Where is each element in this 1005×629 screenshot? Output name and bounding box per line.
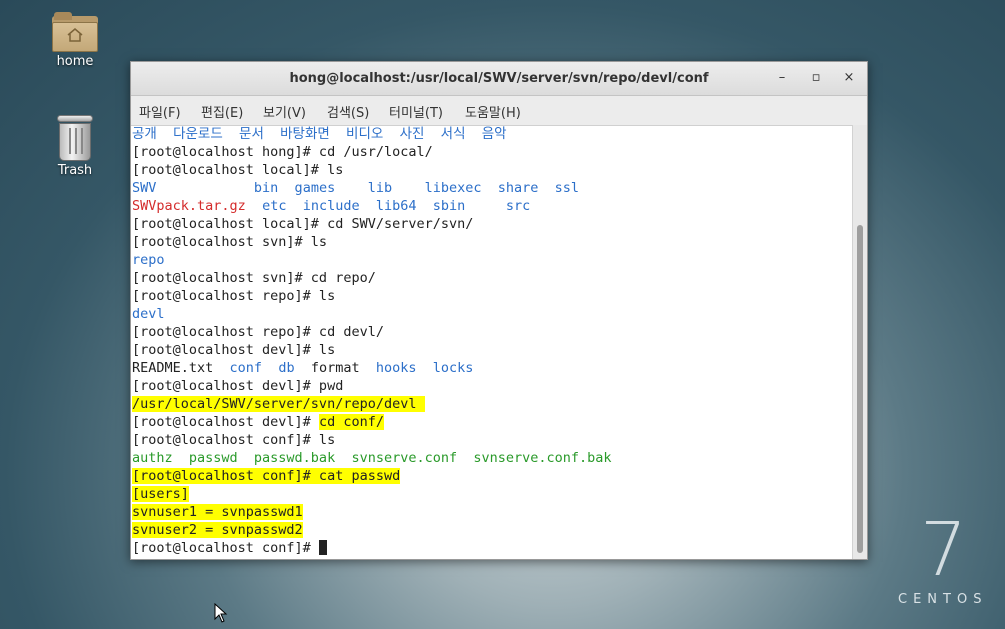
terminal-text: svnuser1 = svnpasswd1: [132, 504, 303, 520]
terminal-line: svnuser2 = svnpasswd2: [132, 521, 303, 539]
terminal-text: [root@localhost repo]# cd devl/: [132, 324, 384, 340]
terminal-text: svnuser2 = svnpasswd2: [132, 522, 303, 538]
desktop-home-icon[interactable]: home: [35, 12, 115, 69]
terminal-line: svnuser1 = svnpasswd1: [132, 503, 303, 521]
minimize-button[interactable]: –: [773, 69, 791, 87]
centos-logo-word: CENTOS: [898, 592, 988, 607]
terminal-line: authz passwd passwd.bak svnserve.conf sv…: [132, 449, 612, 467]
terminal-line: [root@localhost conf]# cat passwd: [132, 467, 401, 485]
terminal-text: hooks locks: [375, 360, 474, 376]
terminal-text: /usr/local/SWV/server/svn/repo/devl: [132, 396, 425, 412]
terminal-line: [root@localhost local]# cd SWV/server/sv…: [132, 215, 473, 233]
terminal-line: [root@localhost conf]#: [132, 539, 327, 557]
terminal-output[interactable]: 공개 다운로드 문서 바탕화면 비디오 사진 서식 음악 [root@localh…: [131, 125, 853, 559]
terminal-text: authz passwd passwd.bak svnserve.conf sv…: [132, 450, 612, 466]
window-titlebar[interactable]: hong@localhost:/usr/local/SWV/server/svn…: [131, 62, 867, 96]
scrollbar-thumb[interactable]: [857, 225, 863, 553]
terminal-line: SWVpack.tar.gz etc include lib64 sbin sr…: [132, 197, 530, 215]
mouse-pointer-icon: [214, 603, 228, 623]
desktop-icon-label: home: [56, 54, 94, 69]
terminal-text: bin games lib libexec share ssl: [253, 180, 580, 196]
terminal-line: devl: [132, 305, 165, 323]
terminal-text: README.txt: [132, 360, 230, 376]
menu-help[interactable]: 도움말(H): [465, 102, 521, 121]
terminal-text: [root@localhost devl]# pwd: [132, 378, 344, 394]
menu-edit[interactable]: 편집(E): [201, 102, 243, 121]
trash-icon: [55, 115, 95, 161]
terminal-text: [root@localhost svn]# cd repo/: [132, 270, 376, 286]
terminal-text: devl: [132, 306, 165, 322]
menu-bar: 파일(F) 편집(E) 보기(V) 검색(S) 터미널(T) 도움말(H): [131, 96, 867, 126]
terminal-text: [root@localhost conf]# cat passwd: [132, 468, 401, 484]
close-button[interactable]: ×: [840, 69, 858, 87]
terminal-text: 공개 다운로드 문서 바탕화면 비디오 사진 서식 음악: [132, 126, 507, 142]
terminal-window[interactable]: hong@localhost:/usr/local/SWV/server/svn…: [130, 61, 868, 560]
terminal-text: cd conf/: [318, 414, 384, 430]
terminal-cursor: [318, 540, 327, 555]
terminal-text: [users]: [132, 486, 189, 502]
terminal-text: [root@localhost repo]# ls: [132, 288, 336, 304]
terminal-line: [root@localhost devl]# pwd: [132, 377, 343, 395]
terminal-text: SWV: [132, 180, 254, 196]
home-folder-icon: [52, 12, 98, 52]
terminal-text: [root@localhost devl]# ls: [132, 342, 336, 358]
terminal-line: 공개 다운로드 문서 바탕화면 비디오 사진 서식 음악: [132, 125, 507, 143]
terminal-text: SWVpack.tar.gz: [132, 198, 246, 214]
menu-terminal[interactable]: 터미널(T): [389, 102, 443, 121]
terminal-line: [users]: [132, 485, 189, 503]
desktop-icon-label: Trash: [57, 163, 93, 178]
terminal-line: [root@localhost local]# ls: [132, 161, 343, 179]
terminal-text: [root@localhost devl]#: [132, 414, 319, 430]
menu-file[interactable]: 파일(F): [139, 102, 181, 121]
terminal-text: [root@localhost conf]#: [132, 540, 319, 556]
centos-logo-number: 7: [920, 507, 968, 593]
terminal-text: [root@localhost hong]# cd /usr/local/: [132, 144, 433, 160]
window-title: hong@localhost:/usr/local/SWV/server/svn…: [289, 71, 709, 86]
menu-view[interactable]: 보기(V): [263, 102, 306, 121]
terminal-text: [root@localhost local]# ls: [132, 162, 344, 178]
terminal-text: etc include lib64 sbin src: [262, 198, 531, 214]
terminal-text: [root@localhost svn]# ls: [132, 234, 328, 250]
terminal-line: [root@localhost svn]# cd repo/: [132, 269, 376, 287]
terminal-line: repo: [132, 251, 165, 269]
terminal-text: [root@localhost local]# cd SWV/server/sv…: [132, 216, 474, 232]
terminal-line: [root@localhost devl]# ls: [132, 341, 335, 359]
terminal-line: [root@localhost hong]# cd /usr/local/: [132, 143, 433, 161]
terminal-text: [root@localhost conf]# ls: [132, 432, 336, 448]
terminal-line: SWV bin games lib libexec share ssl: [132, 179, 579, 197]
terminal-text: conf db: [229, 360, 295, 376]
terminal-line: [root@localhost repo]# cd devl/: [132, 323, 384, 341]
menu-search[interactable]: 검색(S): [327, 102, 369, 121]
terminal-line: README.txt conf db format hooks locks: [132, 359, 473, 377]
terminal-line: [root@localhost svn]# ls: [132, 233, 327, 251]
maximize-button[interactable]: ▫: [807, 69, 825, 87]
terminal-text: format: [294, 360, 376, 376]
terminal-line: [root@localhost devl]# cd conf/: [132, 413, 384, 431]
terminal-text: repo: [132, 252, 165, 268]
terminal-scrollbar[interactable]: [852, 125, 867, 559]
terminal-line: [root@localhost repo]# ls: [132, 287, 335, 305]
terminal-line: /usr/local/SWV/server/svn/repo/devl: [132, 395, 425, 413]
desktop-trash-icon[interactable]: Trash: [35, 115, 115, 178]
terminal-line: [root@localhost conf]# ls: [132, 431, 335, 449]
